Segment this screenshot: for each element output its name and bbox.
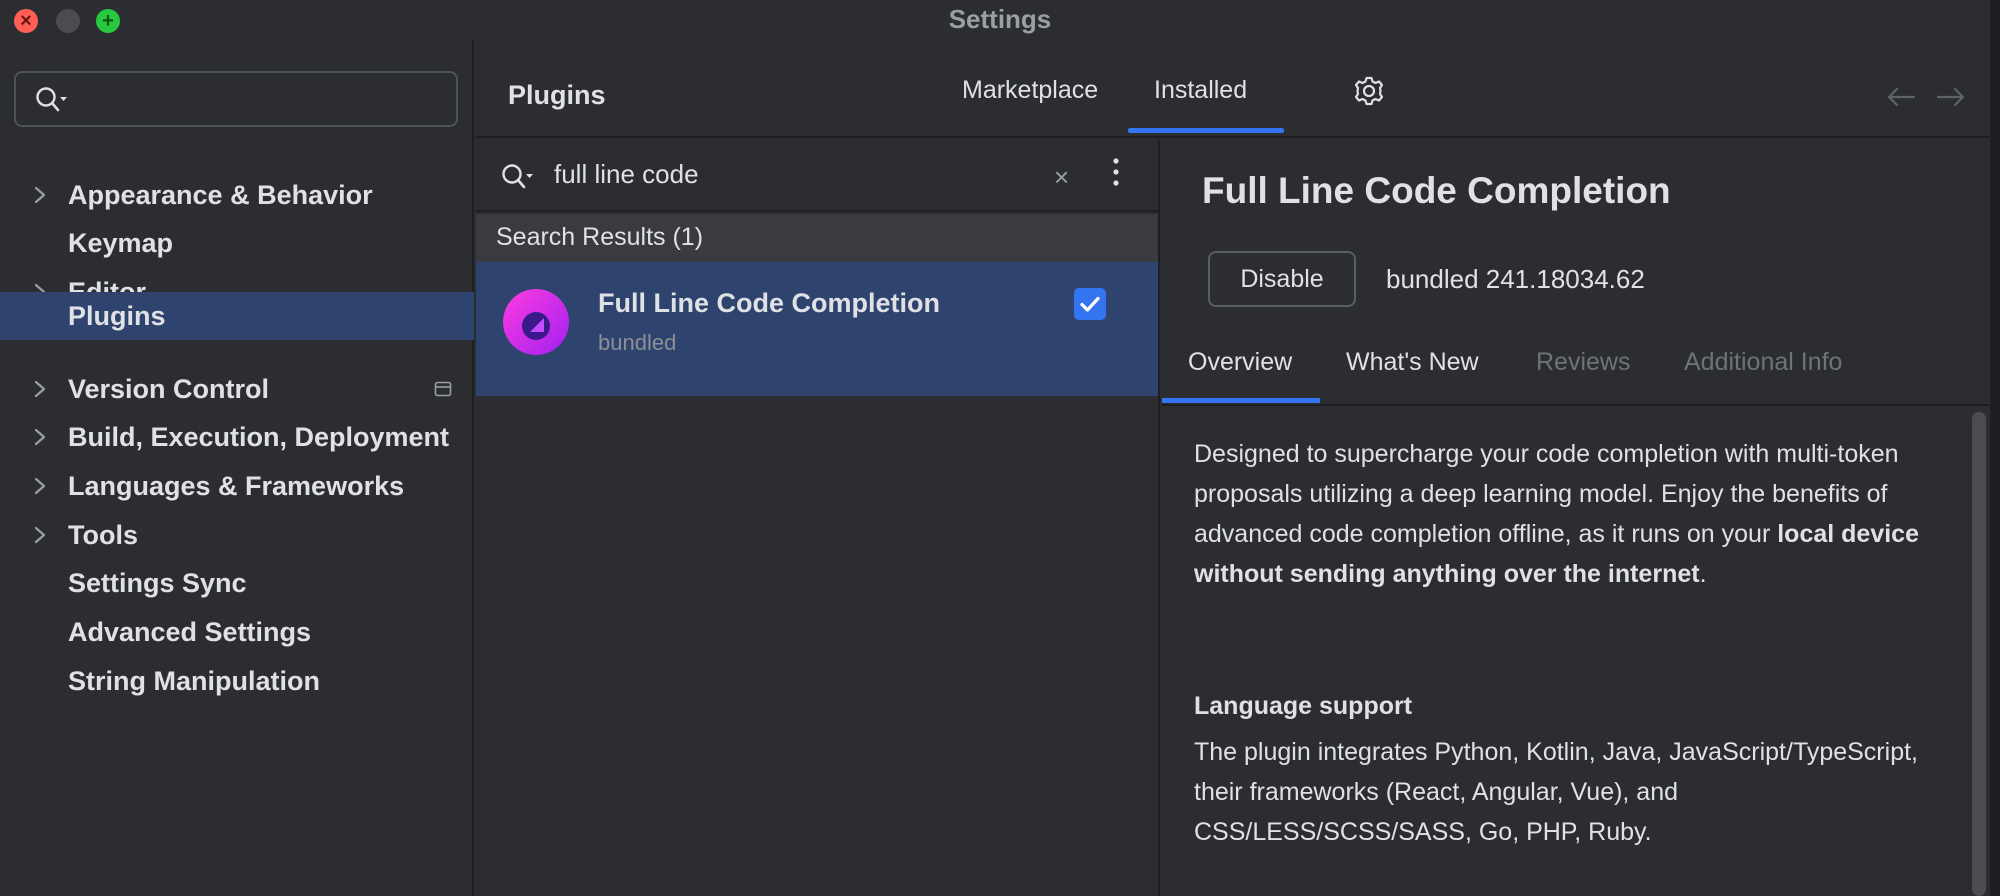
sidebar-item-label: Advanced Settings (68, 617, 312, 647)
sidebar-item-keymap[interactable]: Keymap (0, 219, 474, 267)
window-title: Settings (948, 4, 1052, 34)
active-tab-indicator (1162, 398, 1320, 403)
plugin-detail-title: Full Line Code Completion (1202, 170, 1671, 211)
clear-search-icon[interactable]: × (1054, 162, 1069, 193)
tab-whats-new[interactable]: What's New (1346, 348, 1479, 377)
sidebar-item-plugins[interactable]: Plugins (0, 292, 474, 340)
search-icon (36, 87, 67, 112)
language-support-heading: Language support (1194, 692, 1413, 720)
plugin-name: Full Line Code Completion (598, 288, 940, 318)
sidebar-item-label: String Manipulation (68, 666, 320, 696)
arrow-right-icon[interactable] (1936, 86, 1966, 108)
plugins-header: Plugins Marketplace Installed (476, 40, 2000, 138)
sidebar-item-label: Appearance & Behavior (68, 180, 373, 210)
active-tab-indicator (1128, 128, 1284, 133)
project-scope-icon (434, 381, 452, 397)
disable-button[interactable]: Disable (1208, 251, 1356, 307)
details-scrollbar[interactable] (1972, 412, 1986, 896)
sidebar-item-label: Keymap (68, 228, 174, 258)
description-text-end: . (1699, 560, 1707, 588)
chevron-right-icon (34, 428, 46, 446)
settings-sidebar: Appearance & Behavior Keymap Editor Plug… (0, 40, 474, 896)
chevron-right-icon (34, 380, 46, 398)
sidebar-item-settings-sync[interactable]: Settings Sync (0, 559, 474, 607)
sidebar-item-tools[interactable]: Tools (0, 511, 474, 559)
gear-icon[interactable] (1352, 74, 1386, 108)
sidebar-item-build-execution-deployment[interactable]: Build, Execution, Deployment (0, 413, 474, 461)
search-icon (502, 164, 533, 189)
sidebar-item-label: Build, Execution, Deployment (68, 422, 450, 452)
sidebar-item-label: Languages & Frameworks (68, 471, 405, 501)
tab-additional-info: Additional Info (1684, 348, 1843, 376)
plugin-version: bundled 241.18034.62 (1386, 264, 1645, 294)
page-title: Plugins (508, 80, 606, 110)
plugin-subtitle: bundled (598, 330, 677, 355)
plugin-details-panel: Full Line Code Completion Disable bundle… (1162, 140, 2000, 896)
plugin-search-input[interactable]: full line code × (476, 140, 1158, 212)
sidebar-item-languages-frameworks[interactable]: Languages & Frameworks (0, 462, 474, 510)
window-edge (1990, 0, 2000, 896)
plugin-enabled-checkbox[interactable] (1074, 288, 1106, 320)
language-support-text: The plugin integrates Python, Kotlin, Ja… (1194, 738, 1918, 846)
title-bar: × + Settings (0, 0, 2000, 40)
sidebar-item-label: Version Control (68, 374, 270, 404)
sidebar-item-appearance-behavior[interactable]: Appearance & Behavior (0, 171, 474, 219)
tab-marketplace[interactable]: Marketplace (962, 76, 1098, 105)
plugin-logo-icon (503, 289, 569, 355)
search-results-header: Search Results (1) (476, 214, 1158, 262)
tab-overview[interactable]: Overview (1188, 348, 1292, 377)
arrow-left-icon[interactable] (1886, 86, 1916, 108)
chevron-right-icon (34, 526, 46, 544)
settings-search-input[interactable] (14, 71, 458, 127)
sidebar-item-version-control[interactable]: Version Control (0, 365, 474, 413)
chevron-right-icon (34, 477, 46, 495)
sidebar-item-label: Plugins (68, 301, 166, 331)
checkmark-icon (1080, 296, 1100, 312)
sidebar-item-label: Settings Sync (68, 568, 247, 598)
sidebar-item-string-manipulation[interactable]: String Manipulation (0, 657, 474, 705)
plugin-list-panel: full line code × Search Results (1) Full… (476, 140, 1160, 896)
plugin-list-item[interactable]: Full Line Code Completion bundled (476, 262, 1158, 396)
tab-reviews: Reviews (1536, 348, 1631, 376)
plugin-description: Designed to supercharge your code comple… (1194, 434, 1934, 594)
more-options-icon[interactable] (1106, 154, 1126, 190)
sidebar-item-label: Tools (68, 520, 138, 550)
chevron-right-icon (34, 186, 46, 204)
plugin-search-query: full line code (554, 159, 699, 189)
search-results-label: Search Results (1) (496, 223, 704, 251)
sidebar-item-advanced-settings[interactable]: Advanced Settings (0, 608, 474, 656)
tab-installed[interactable]: Installed (1154, 76, 1247, 105)
tab-divider (1162, 404, 2000, 406)
